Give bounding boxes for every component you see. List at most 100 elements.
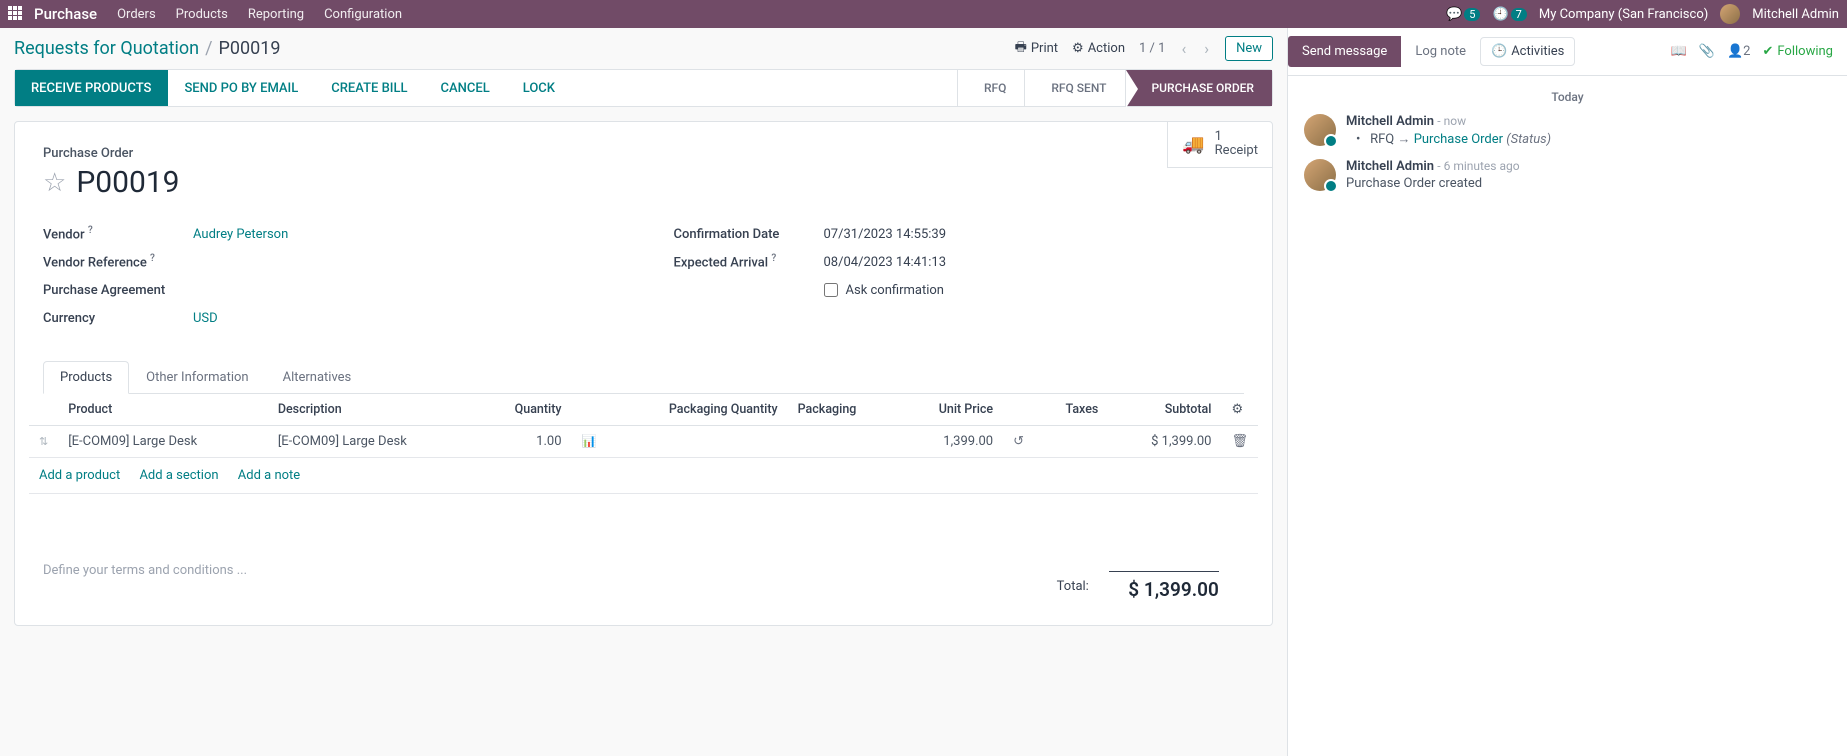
- stage-rfq[interactable]: RFQ: [957, 70, 1024, 106]
- cell-product[interactable]: [E-COM09] Large Desk: [58, 426, 268, 458]
- ask-confirmation-label: Ask confirmation: [846, 283, 945, 298]
- vendor-value[interactable]: Audrey Peterson: [193, 227, 614, 242]
- message-avatar[interactable]: [1304, 159, 1336, 191]
- tracking-field-name: (Status): [1506, 132, 1551, 147]
- record-name: P00019: [76, 165, 179, 200]
- reset-price-icon[interactable]: ↺: [1013, 434, 1024, 449]
- message-author[interactable]: Mitchell Admin: [1346, 159, 1434, 174]
- stage-rfq-sent[interactable]: RFQ SENT: [1024, 70, 1124, 106]
- col-unit-price: Unit Price: [898, 394, 1003, 426]
- add-section-link[interactable]: Add a section: [139, 468, 218, 483]
- arrow-icon: →: [1397, 132, 1413, 147]
- clock-icon: 🕒: [1491, 44, 1507, 59]
- add-product-link[interactable]: Add a product: [39, 468, 120, 483]
- app-brand[interactable]: Purchase: [34, 5, 97, 23]
- vendor-label: Vendor ?: [43, 225, 193, 242]
- terms-input[interactable]: Define your terms and conditions ...: [15, 543, 769, 611]
- message-avatar[interactable]: [1304, 114, 1336, 146]
- tab-products[interactable]: Products: [43, 361, 129, 394]
- apps-icon[interactable]: [8, 6, 24, 22]
- delete-row-icon[interactable]: 🗑: [1231, 434, 1248, 449]
- table-row[interactable]: ⇅ [E-COM09] Large Desk [E-COM09] Large D…: [29, 426, 1258, 458]
- user-name[interactable]: Mitchell Admin: [1752, 7, 1839, 22]
- lock-button[interactable]: LOCK: [507, 70, 572, 106]
- tab-other-info[interactable]: Other Information: [129, 361, 265, 394]
- tooltip-icon[interactable]: ?: [88, 225, 93, 236]
- attachment-icon[interactable]: 📎: [1699, 44, 1715, 59]
- stage-purchase-order[interactable]: PURCHASE ORDER: [1125, 70, 1273, 106]
- tab-alternatives[interactable]: Alternatives: [266, 361, 369, 394]
- message-time: - 6 minutes ago: [1437, 159, 1519, 173]
- optional-columns-icon[interactable]: ⚙: [1231, 402, 1243, 417]
- new-button[interactable]: New: [1225, 36, 1273, 61]
- notebook-tabs: Products Other Information Alternatives: [43, 360, 1244, 394]
- truck-icon: 🚚: [1182, 134, 1204, 155]
- receipt-label: Receipt: [1215, 144, 1258, 158]
- top-nav: Purchase Orders Products Reporting Confi…: [0, 0, 1847, 28]
- tooltip-icon[interactable]: ?: [150, 253, 155, 264]
- menu-reporting[interactable]: Reporting: [248, 7, 304, 22]
- confirm-date-value: 07/31/2023 14:55:39: [824, 227, 1245, 242]
- clock-icon[interactable]: 🕘7: [1492, 7, 1526, 22]
- cell-pkg-qty[interactable]: [606, 426, 787, 458]
- expected-arrival-value[interactable]: 08/04/2023 14:41:13: [824, 255, 1245, 270]
- col-pkg-qty: Packaging Quantity: [606, 394, 787, 426]
- print-icon: 🖶: [1015, 38, 1027, 60]
- print-button[interactable]: 🖶 Print: [1015, 38, 1058, 60]
- cancel-button[interactable]: CANCEL: [425, 70, 507, 106]
- col-product: Product: [58, 394, 268, 426]
- create-bill-button[interactable]: CREATE BILL: [315, 70, 424, 106]
- receipt-stat-button[interactable]: 🚚 1 Receipt: [1167, 122, 1272, 168]
- pager-prev[interactable]: ‹: [1179, 39, 1188, 58]
- message-author[interactable]: Mitchell Admin: [1346, 114, 1434, 129]
- chatter: Send message Log note 🕒 Activities 📖 📎 👤…: [1287, 28, 1847, 756]
- breadcrumb-sep: /: [205, 38, 212, 59]
- order-lines-table: Product Description Quantity Packaging Q…: [29, 394, 1258, 458]
- cell-quantity[interactable]: 1.00: [477, 426, 571, 458]
- col-description: Description: [268, 394, 478, 426]
- pager-next[interactable]: ›: [1202, 39, 1211, 58]
- chat-icon[interactable]: 💬5: [1446, 7, 1480, 22]
- favorite-star-icon[interactable]: ☆: [43, 168, 66, 198]
- message-body: Purchase Order created: [1346, 176, 1520, 191]
- nav-right: 💬5 🕘7 My Company (San Francisco) Mitchel…: [1446, 4, 1839, 24]
- menu-products[interactable]: Products: [176, 7, 228, 22]
- log-note-button[interactable]: Log note: [1401, 36, 1480, 67]
- following-button[interactable]: ✔ Following: [1762, 44, 1833, 59]
- cell-unit-price[interactable]: 1,399.00: [898, 426, 1003, 458]
- currency-value[interactable]: USD: [193, 311, 614, 326]
- activities-button[interactable]: 🕒 Activities: [1480, 37, 1575, 66]
- tooltip-icon[interactable]: ?: [771, 253, 776, 264]
- breadcrumb-root[interactable]: Requests for Quotation: [14, 38, 199, 59]
- cell-packaging[interactable]: [788, 426, 899, 458]
- receive-products-button[interactable]: RECEIVE PRODUCTS: [15, 70, 168, 106]
- cell-taxes[interactable]: [1034, 426, 1108, 458]
- cell-description[interactable]: [E-COM09] Large Desk: [268, 426, 478, 458]
- chatter-date: Today: [1304, 90, 1831, 104]
- record-title-label: Purchase Order: [43, 146, 1244, 161]
- col-packaging: Packaging: [788, 394, 899, 426]
- currency-label: Currency: [43, 311, 193, 326]
- confirm-date-label: Confirmation Date: [674, 227, 824, 242]
- book-icon[interactable]: 📖: [1671, 44, 1687, 59]
- tracking-new: Purchase Order: [1414, 132, 1503, 147]
- followers-count[interactable]: 👤2: [1727, 44, 1751, 59]
- chat-badge: 5: [1464, 8, 1480, 21]
- send-po-email-button[interactable]: SEND PO BY EMAIL: [168, 70, 315, 106]
- clock-badge: 7: [1511, 8, 1527, 21]
- send-message-button[interactable]: Send message: [1288, 36, 1401, 67]
- action-menu[interactable]: ⚙ Action: [1072, 41, 1125, 56]
- form-sheet: 🚚 1 Receipt Purchase Order ☆ P00019 Vend…: [14, 121, 1273, 626]
- drag-handle-icon[interactable]: ⇅: [39, 435, 48, 448]
- ask-confirmation-checkbox[interactable]: [824, 283, 838, 297]
- forecast-icon[interactable]: 📊: [582, 434, 597, 448]
- agreement-label: Purchase Agreement: [43, 283, 193, 298]
- receipt-count: 1: [1215, 130, 1258, 144]
- user-avatar[interactable]: [1720, 4, 1740, 24]
- totals: Total: $ 1,399.00: [769, 543, 1247, 611]
- company-name[interactable]: My Company (San Francisco): [1539, 7, 1708, 22]
- add-note-link[interactable]: Add a note: [238, 468, 300, 483]
- menu-orders[interactable]: Orders: [117, 7, 156, 22]
- menu-configuration[interactable]: Configuration: [324, 7, 402, 22]
- col-taxes: Taxes: [1034, 394, 1108, 426]
